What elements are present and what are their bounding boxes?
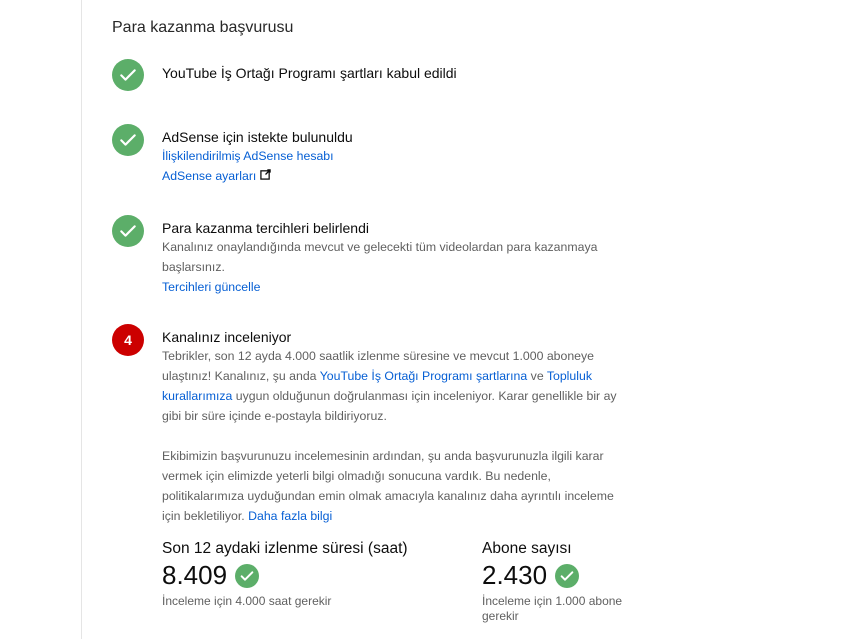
- stat-label: Son 12 aydaki izlenme süresi (saat): [162, 540, 408, 557]
- step-heading: YouTube İş Ortağı Programı şartları kabu…: [162, 65, 457, 81]
- check-icon: [235, 563, 260, 588]
- stat-value: 2.430: [482, 560, 548, 590]
- ypp-terms-link[interactable]: YouTube İş Ortağı Programı şartlarına: [320, 369, 528, 383]
- page-title: Para kazanma başvurusu: [112, 19, 294, 36]
- review-paragraph: Tebrikler, son 12 ayda 4.000 saatlik izl…: [162, 349, 617, 423]
- external-link-icon: [260, 167, 272, 185]
- watch-hours-stat: Son 12 aydaki izlenme süresi (saat) 8.40…: [162, 540, 408, 609]
- subscribers-stat: Abone sayısı 2.430 İnceleme için 1.000 a…: [482, 540, 642, 624]
- linked-adsense-account-link[interactable]: İlişkilendirilmiş AdSense hesabı: [162, 149, 334, 163]
- check-icon: [555, 563, 580, 588]
- hold-paragraph: Ekibimizin başvurunuzu incelemesinin ard…: [162, 449, 614, 523]
- stat-label: Abone sayısı: [482, 540, 572, 557]
- update-preferences-link[interactable]: Tercihleri güncelle: [162, 280, 260, 294]
- divider-line: [81, 0, 82, 639]
- stat-requirement: İnceleme için 4.000 saat gerekir: [162, 594, 332, 608]
- step-heading: Kanalınız inceleniyor: [162, 329, 292, 345]
- step-number-badge: 4: [112, 324, 144, 356]
- stat-value: 8.409: [162, 560, 228, 590]
- check-icon: [112, 59, 144, 91]
- learn-more-link[interactable]: Daha fazla bilgi: [248, 509, 332, 523]
- step-heading: AdSense için istekte bulunuldu: [162, 129, 353, 145]
- check-icon: [112, 215, 144, 247]
- step-heading: Para kazanma tercihleri belirlendi: [162, 220, 369, 236]
- stat-requirement: İnceleme için 1.000 abone gerekir: [482, 594, 623, 623]
- adsense-settings-link[interactable]: AdSense ayarları: [162, 169, 256, 183]
- step-description: Kanalınız onaylandığında mevcut ve gelec…: [162, 240, 598, 274]
- check-icon: [112, 124, 144, 156]
